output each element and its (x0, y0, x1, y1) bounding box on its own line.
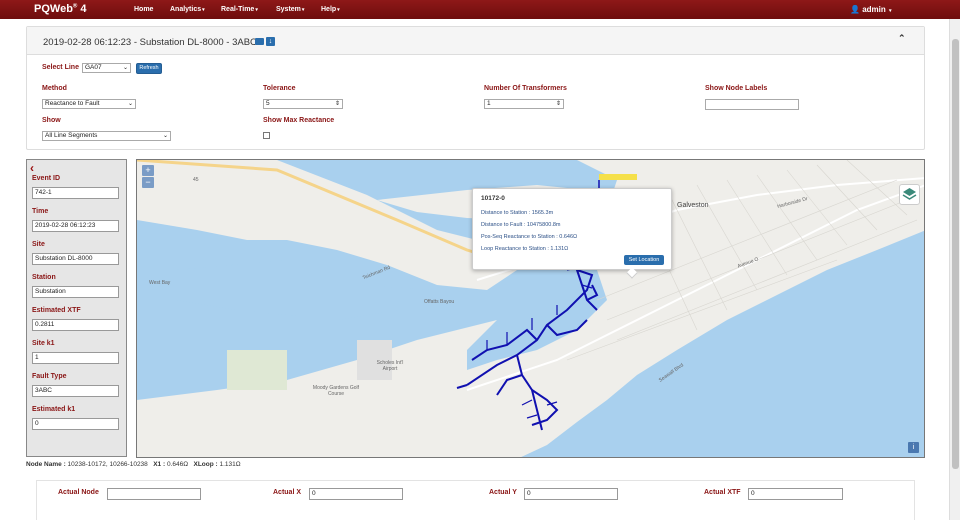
map-view[interactable]: + − i Galveston West Bay Offatts Bayou M… (136, 159, 925, 458)
show-dropdown[interactable]: All Line Segments ⌄ (42, 131, 171, 141)
estimated-xtf-field[interactable]: 0.2811 (32, 319, 119, 331)
map-label-moody: Moody Gardens Golf Course (312, 385, 360, 397)
node-popup: 10172-0 Distance to Station : 1565.3m Di… (472, 188, 672, 279)
map-label-scholes: Scholes Int'l Airport (376, 360, 404, 372)
info-icon[interactable]: i (908, 442, 919, 453)
station-label: Station (32, 274, 56, 281)
station-field[interactable]: Substation (32, 286, 119, 298)
x1-value: 0.646Ω (166, 461, 189, 468)
max-reactance-checkbox[interactable] (263, 132, 270, 139)
nav-help[interactable]: Help▾ (321, 6, 340, 13)
park-area (227, 350, 287, 390)
estimated-k1-label: Estimated k1 (32, 406, 76, 413)
popup-distance-station: Distance to Station : 1565.3m (481, 210, 554, 216)
actual-xtf-label: Actual XTF (704, 489, 741, 496)
chevron-down-icon: ⌄ (127, 101, 133, 107)
map-label-west-bay: West Bay (149, 280, 171, 286)
site-label: Site (32, 241, 45, 248)
scrollbar-thumb[interactable] (952, 39, 959, 469)
estimated-k1-field[interactable]: 0 (32, 418, 119, 430)
status-line: Node Name : 10238-10172, 10266-10238 X1 … (26, 461, 241, 468)
node-labels-input[interactable] (705, 99, 799, 110)
xloop-value: 1.131Ω (219, 461, 241, 468)
panel-header: 2019-02-28 06:12:23 - Substation DL-8000… (27, 27, 924, 55)
nav-realtime[interactable]: Real-Time▾ (221, 6, 258, 13)
page-scrollbar[interactable] (949, 19, 960, 520)
fault-type-field[interactable]: 3ABC (32, 385, 119, 397)
actual-y-label: Actual Y (489, 489, 517, 496)
map-label-i45: 45 (193, 177, 199, 183)
transformers-stepper[interactable]: 1 ⇕ (484, 99, 564, 109)
max-reactance-label: Show Max Reactance (263, 117, 335, 124)
site-k1-label: Site k1 (32, 340, 55, 347)
tolerance-stepper[interactable]: 5 ⇕ (263, 99, 343, 109)
camera-icon[interactable] (255, 38, 264, 45)
options-panel: 2019-02-28 06:12:23 - Substation DL-8000… (26, 26, 925, 150)
site-k1-field[interactable]: 1 (32, 352, 119, 364)
site-field[interactable]: Substation DL-8000 (32, 253, 119, 265)
actual-y-input[interactable]: 0 (524, 488, 618, 500)
caret-down-icon: ▾ (889, 8, 892, 14)
actual-node-label: Actual Node (58, 489, 99, 496)
method-label: Method (42, 85, 67, 92)
stepper-icon[interactable]: ⇕ (335, 100, 340, 108)
popup-loop-reactance: Loop Reactance to Station : 1.131Ω (481, 246, 569, 252)
node-name-value: 10238-10172, 10266-10238 (67, 461, 148, 468)
actual-xtf-input[interactable]: 0 (748, 488, 843, 500)
fault-type-label: Fault Type (32, 373, 67, 380)
chevron-left-icon[interactable]: ‹ (30, 161, 34, 175)
set-location-button[interactable]: Set Location (624, 255, 664, 265)
caret-down-icon: ▾ (301, 7, 305, 13)
select-line-label: Select Line (42, 64, 79, 71)
layers-icon[interactable] (899, 184, 920, 205)
popup-posseq-reactance: Pos-Seq Reactance to Station : 0.646Ω (481, 234, 578, 240)
caret-down-icon: ▾ (337, 7, 340, 13)
event-id-field[interactable]: 742-1 (32, 187, 119, 199)
node-highlight (599, 174, 637, 180)
chevron-down-icon: ⌄ (162, 133, 168, 139)
user-icon: 👤 (850, 5, 860, 14)
popup-title: 10172-0 (481, 195, 505, 202)
caret-down-icon: ▾ (202, 7, 205, 13)
download-icon[interactable]: ↓ (266, 37, 275, 46)
chevron-down-icon: ⌄ (122, 65, 128, 71)
select-line-dropdown[interactable]: GA07 ⌄ (82, 63, 131, 73)
zoom-out-button[interactable]: − (142, 177, 154, 188)
actual-x-label: Actual X (273, 489, 302, 496)
map-label-galveston: Galveston (677, 202, 709, 209)
nav-system[interactable]: System▾ (276, 6, 304, 13)
nav-analytics[interactable]: Analytics▾ (170, 6, 205, 13)
collapse-icon[interactable]: ⌃ (898, 33, 906, 44)
top-navbar: PQWeb® 4 Home Analytics▾ Real-Time▾ Syst… (0, 0, 960, 19)
user-menu[interactable]: 👤 admin ▾ (850, 5, 892, 14)
caret-down-icon: ▾ (255, 7, 258, 13)
map-label-offatts: Offatts Bayou (424, 299, 455, 305)
page-title: 2019-02-28 06:12:23 - Substation DL-8000… (43, 37, 257, 48)
transformers-label: Number Of Transformers (484, 85, 567, 92)
actual-x-input[interactable]: 0 (309, 488, 403, 500)
event-id-label: Event ID (32, 175, 61, 182)
time-field[interactable]: 2019-02-28 06:12:23 (32, 220, 119, 232)
nav-home[interactable]: Home (134, 6, 153, 13)
method-dropdown[interactable]: Reactance to Fault ⌄ (42, 99, 136, 109)
stepper-icon[interactable]: ⇕ (556, 100, 561, 108)
event-sidebar: ‹ Event ID 742-1 Time 2019-02-28 06:12:2… (26, 159, 127, 457)
popup-distance-fault: Distance to Fault : 10475800.8m (481, 222, 561, 228)
tolerance-label: Tolerance (263, 85, 296, 92)
brand-logo[interactable]: PQWeb® 4 (34, 3, 87, 15)
zoom-in-button[interactable]: + (142, 165, 154, 176)
time-label: Time (32, 208, 49, 215)
estimated-xtf-label: Estimated XTF (32, 307, 81, 314)
actual-node-input[interactable] (107, 488, 201, 500)
show-label: Show (42, 117, 61, 124)
refresh-button[interactable]: Refresh (136, 63, 162, 74)
node-labels-label: Show Node Labels (705, 85, 768, 92)
actual-values-panel: Actual Node Actual X 0 Actual Y 0 Actual… (36, 480, 915, 520)
west-bay-water (177, 260, 397, 320)
